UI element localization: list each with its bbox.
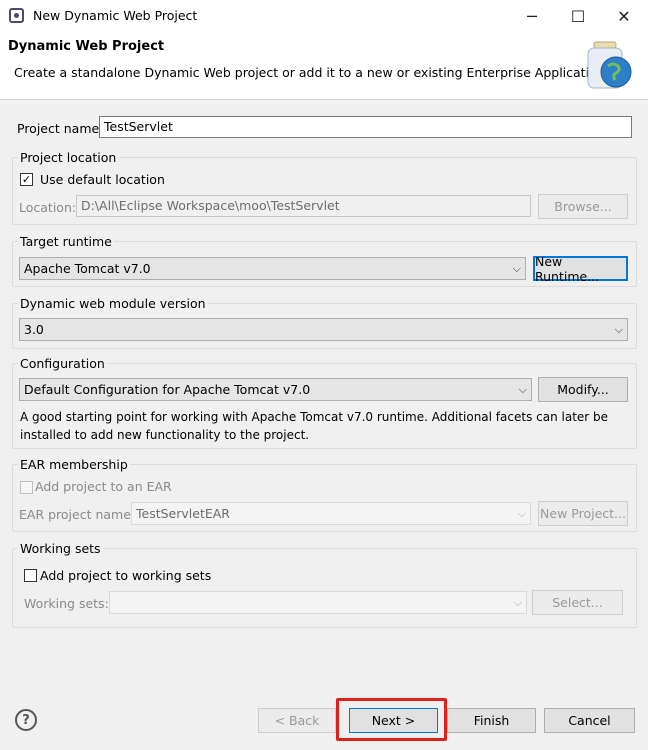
chevron-down-icon: ⌵: [517, 507, 526, 520]
add-to-ear-checkbox[interactable]: [20, 481, 33, 494]
project-name-input[interactable]: TestServlet: [99, 116, 632, 138]
checkmark-icon: ✓: [21, 173, 32, 186]
working-sets-label: Working sets:: [24, 596, 109, 611]
modify-button[interactable]: Modify...: [538, 377, 628, 402]
working-sets-group: [12, 548, 637, 628]
location-input[interactable]: D:\All\Eclipse Workspace\moo\TestServlet: [76, 195, 531, 217]
use-default-location-checkbox[interactable]: ✓: [20, 173, 33, 186]
working-sets-group-label: Working sets: [18, 541, 103, 556]
web-project-jar-icon: [587, 41, 632, 89]
ear-membership-group-label: EAR membership: [18, 457, 130, 472]
close-button[interactable]: ✕: [601, 0, 647, 32]
configuration-group-label: Configuration: [18, 356, 107, 371]
chevron-down-icon: ⌵: [518, 383, 527, 396]
ear-project-name-dropdown[interactable]: TestServletEAR ⌵: [131, 502, 531, 525]
project-name-label: Project name:: [17, 121, 104, 136]
select-working-sets-button[interactable]: Select...: [532, 590, 623, 615]
next-button-highlight: [336, 698, 447, 741]
help-icon[interactable]: ?: [15, 709, 37, 731]
wizard-title: Dynamic Web Project: [8, 39, 165, 54]
chevron-down-icon: ⌵: [512, 262, 521, 275]
location-label: Location:: [19, 200, 77, 215]
use-default-location-label: Use default location: [40, 172, 165, 187]
configuration-value: Default Configuration for Apache Tomcat …: [24, 382, 311, 397]
ear-project-name-label: EAR project name:: [19, 507, 136, 522]
ear-project-name-value: TestServletEAR: [136, 506, 230, 521]
wizard-description: Create a standalone Dynamic Web project …: [14, 65, 609, 80]
chevron-down-icon: ⌵: [513, 596, 522, 609]
target-runtime-value: Apache Tomcat v7.0: [24, 261, 151, 276]
browse-button[interactable]: Browse...: [538, 194, 628, 219]
finish-button[interactable]: Finish: [447, 708, 536, 733]
add-to-working-sets-checkbox[interactable]: [24, 569, 37, 582]
maximize-button[interactable]: ☐: [555, 0, 601, 32]
working-sets-dropdown[interactable]: ⌵: [109, 591, 527, 614]
add-to-ear-label: Add project to an EAR: [35, 479, 172, 494]
eclipse-app-icon: [9, 8, 24, 23]
module-version-group-label: Dynamic web module version: [18, 296, 208, 311]
module-version-dropdown[interactable]: 3.0 ⌵: [19, 318, 628, 341]
cancel-button[interactable]: Cancel: [544, 708, 635, 733]
window-title: New Dynamic Web Project: [33, 8, 198, 23]
add-to-working-sets-label: Add project to working sets: [40, 568, 212, 583]
chevron-down-icon: ⌵: [614, 323, 623, 336]
module-version-value: 3.0: [24, 322, 44, 337]
configuration-description-line-1: A good starting point for working with A…: [20, 410, 609, 424]
new-project-button[interactable]: New Project...: [538, 501, 628, 526]
minimize-button[interactable]: ─: [509, 0, 555, 32]
project-location-group-label: Project location: [18, 150, 119, 165]
new-runtime-button[interactable]: New Runtime...: [533, 254, 628, 284]
target-runtime-dropdown[interactable]: Apache Tomcat v7.0 ⌵: [19, 257, 526, 280]
back-button[interactable]: < Back: [258, 708, 336, 733]
configuration-description-line-2: installed to add new functionality to th…: [20, 428, 310, 442]
target-runtime-group-label: Target runtime: [18, 234, 114, 249]
configuration-dropdown[interactable]: Default Configuration for Apache Tomcat …: [19, 378, 532, 401]
